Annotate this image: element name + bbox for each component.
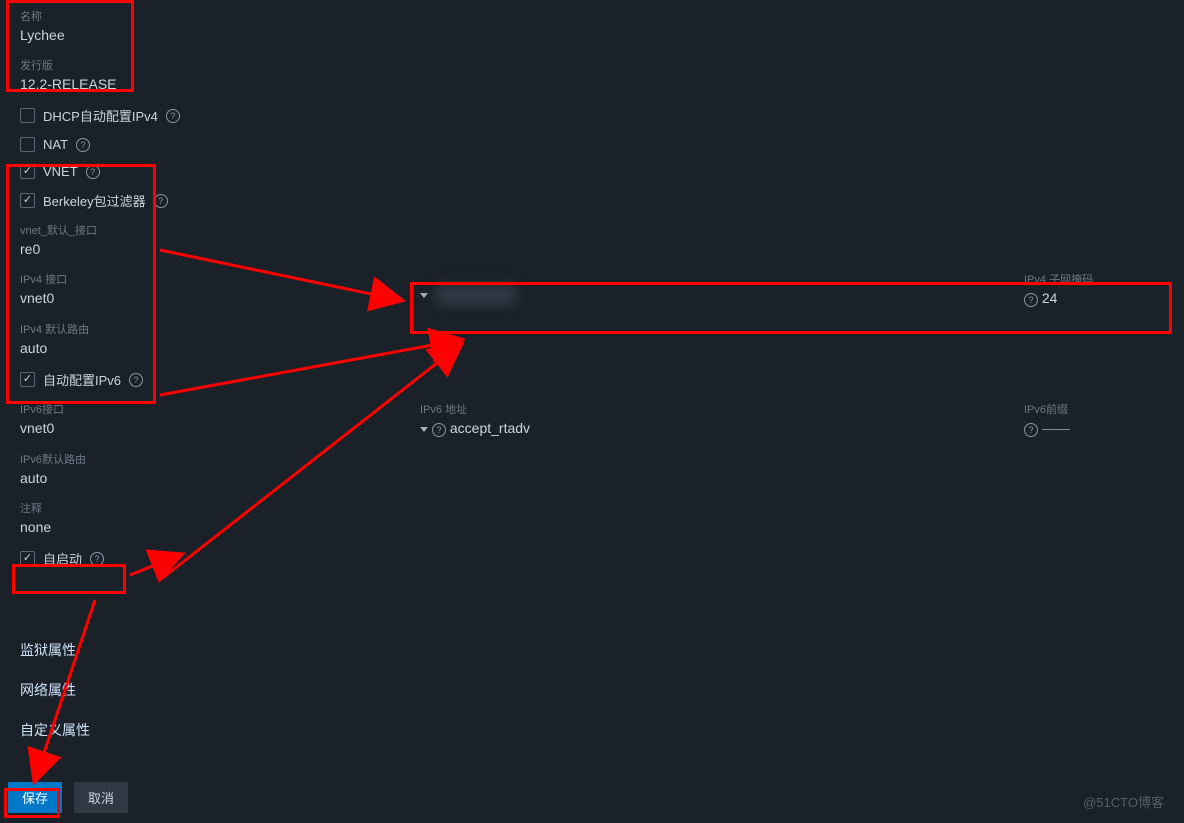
release-label: 发行版 xyxy=(20,57,1164,73)
ipv6-iface-field[interactable]: IPv6接口 vnet0 xyxy=(20,401,420,436)
vnet-row[interactable]: VNET ? xyxy=(20,164,1164,179)
nat-row[interactable]: NAT ? xyxy=(20,137,1164,152)
help-icon[interactable]: ? xyxy=(1024,423,1038,437)
chevron-down-icon[interactable] xyxy=(420,293,428,298)
vnet-checkbox[interactable] xyxy=(20,164,35,179)
ipv4-gw-value[interactable]: auto xyxy=(20,340,47,356)
help-icon[interactable]: ? xyxy=(129,373,143,387)
ipv4-address-blurred[interactable] xyxy=(436,285,516,305)
ipv6-addr-field[interactable]: IPv6 地址 ? accept_rtadv xyxy=(420,401,1024,437)
help-icon[interactable]: ? xyxy=(432,423,446,437)
dhcp-label: DHCP自动配置IPv4 xyxy=(43,106,158,125)
name-label: 名称 xyxy=(20,8,1164,24)
ipv4-gw-field[interactable]: IPv4 默认路由 auto xyxy=(20,321,1164,356)
bpf-checkbox[interactable] xyxy=(20,193,35,208)
chevron-down-icon[interactable] xyxy=(420,427,428,432)
ipv4-mask-value[interactable]: 24 xyxy=(1042,290,1058,306)
ipv6-iface-label: IPv6接口 xyxy=(20,401,420,417)
autov6-checkbox[interactable] xyxy=(20,372,35,387)
ipv4-mask-field[interactable]: IPv4 子网掩码 ? 24 xyxy=(1024,271,1164,307)
nat-checkbox[interactable] xyxy=(20,137,35,152)
ipv6-iface-value[interactable]: vnet0 xyxy=(20,420,54,436)
help-icon[interactable]: ? xyxy=(166,109,180,123)
autostart-row[interactable]: 自启动 ? xyxy=(20,549,1164,568)
ipv6-gw-field[interactable]: IPv6默认路由 auto xyxy=(20,451,1164,486)
section-jail[interactable]: 监狱属性 xyxy=(20,640,1164,660)
help-icon[interactable]: ? xyxy=(1024,293,1038,307)
name-field: 名称 Lychee xyxy=(20,8,1164,43)
release-value[interactable]: 12.2-RELEASE xyxy=(20,76,117,92)
watermark: @51CTO博客 xyxy=(1083,792,1164,811)
notes-label: 注释 xyxy=(20,500,1164,516)
help-icon[interactable]: ? xyxy=(154,194,168,208)
ipv6-prefix-value[interactable]: —— xyxy=(1042,420,1070,436)
notes-field[interactable]: 注释 none xyxy=(20,500,1164,535)
section-custom[interactable]: 自定义属性 xyxy=(20,720,1164,740)
release-field: 发行版 12.2-RELEASE xyxy=(20,57,1164,92)
dhcp-checkbox[interactable] xyxy=(20,108,35,123)
help-icon[interactable]: ? xyxy=(86,165,100,179)
vnet-def-iface-field[interactable]: vnet_默认_接口 re0 xyxy=(20,222,1164,257)
autov6-label: 自动配置IPv6 xyxy=(43,370,121,389)
ipv4-mask-label: IPv4 子网掩码 xyxy=(1024,271,1164,287)
footer: 保存 取消 xyxy=(0,772,1184,823)
autov6-row[interactable]: 自动配置IPv6 ? xyxy=(20,370,1164,389)
bpf-label: Berkeley包过滤器 xyxy=(43,191,146,210)
autostart-label: 自启动 xyxy=(43,549,82,568)
ipv6-prefix-field[interactable]: IPv6前缀 ? —— xyxy=(1024,401,1164,437)
ipv6-prefix-label: IPv6前缀 xyxy=(1024,401,1164,417)
ipv4-iface-label: IPv4 接口 xyxy=(20,271,420,287)
ipv6-addr-label: IPv6 地址 xyxy=(420,401,1024,417)
autostart-checkbox[interactable] xyxy=(20,551,35,566)
nat-label: NAT xyxy=(43,137,68,152)
vnet-def-iface-value[interactable]: re0 xyxy=(20,241,40,257)
vnet-label: VNET xyxy=(43,164,78,179)
ipv6-gw-value[interactable]: auto xyxy=(20,470,47,486)
help-icon[interactable]: ? xyxy=(76,138,90,152)
name-value[interactable]: Lychee xyxy=(20,27,65,43)
vnet-def-iface-label: vnet_默认_接口 xyxy=(20,222,1164,238)
ipv4-iface-value[interactable]: vnet0 xyxy=(20,290,54,306)
ipv4-gw-label: IPv4 默认路由 xyxy=(20,321,1164,337)
save-button[interactable]: 保存 xyxy=(8,782,62,813)
bpf-row[interactable]: Berkeley包过滤器 ? xyxy=(20,191,1164,210)
ipv6-gw-label: IPv6默认路由 xyxy=(20,451,1164,467)
cancel-button[interactable]: 取消 xyxy=(74,782,128,813)
dhcp-row[interactable]: DHCP自动配置IPv4 ? xyxy=(20,106,1164,125)
notes-value[interactable]: none xyxy=(20,519,51,535)
help-icon[interactable]: ? xyxy=(90,552,104,566)
section-net[interactable]: 网络属性 xyxy=(20,680,1164,700)
ipv4-iface-field[interactable]: IPv4 接口 vnet0 xyxy=(20,271,420,306)
ipv6-addr-value[interactable]: accept_rtadv xyxy=(450,420,530,436)
